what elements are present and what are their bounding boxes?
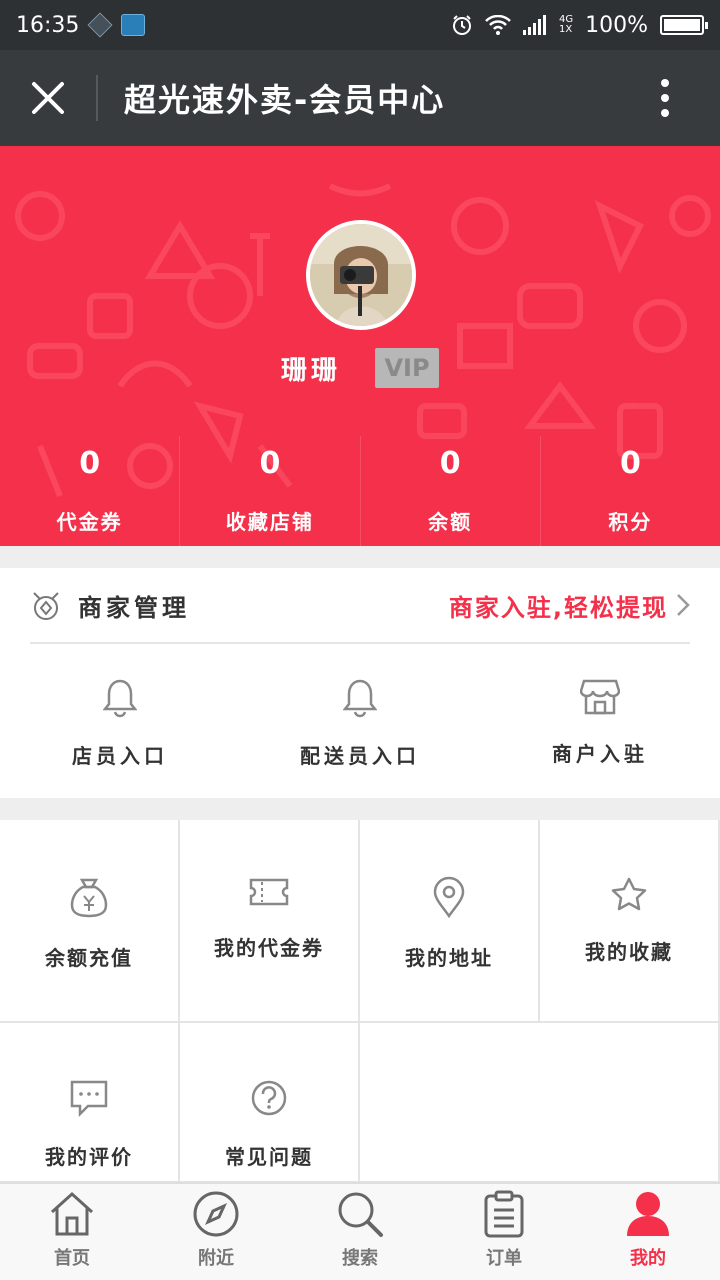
chevron-right-icon — [677, 594, 690, 616]
stat-value: 0 — [259, 446, 281, 481]
stat-label: 积分 — [608, 510, 653, 534]
balance-topup-button[interactable]: 余额充值 — [0, 820, 178, 1021]
stat-points[interactable]: 0 积分 — [541, 436, 720, 546]
ticket-icon — [249, 878, 289, 906]
my-favorites-button[interactable]: 我的收藏 — [540, 820, 718, 1021]
merchant-title: 商家管理 — [78, 593, 190, 622]
bell-icon — [343, 679, 377, 718]
grid-item-label: 我的代金券 — [214, 936, 324, 960]
my-reviews-button[interactable]: 我的评价 — [0, 1023, 178, 1181]
faq-button[interactable]: 常见问题 — [180, 1023, 358, 1181]
my-address-button[interactable]: 我的地址 — [360, 820, 538, 1021]
grid-item-label: 我的收藏 — [585, 940, 673, 964]
status-bar: 16:35 4G 1X 100% — [0, 0, 720, 50]
tab-home[interactable]: 首页 — [0, 1184, 144, 1280]
stat-vouchers[interactable]: 0 代金券 — [0, 436, 181, 546]
stat-label: 收藏店铺 — [225, 510, 314, 534]
app-notification-icon — [87, 12, 113, 38]
network-type: 4G 1X — [558, 14, 574, 35]
tab-nearby[interactable]: 附近 — [144, 1184, 288, 1280]
compass-icon — [193, 1191, 239, 1237]
wifi-icon — [485, 15, 511, 35]
store-icon — [580, 679, 620, 715]
staff-entry-button[interactable]: 店员入口 — [0, 644, 240, 796]
title-bar: 超光速外卖-会员中心 — [0, 50, 720, 146]
bottom-navigation: 首页 附近 搜索 订单 我的 — [0, 1182, 720, 1280]
close-button[interactable] — [0, 50, 96, 146]
merchant-join-link[interactable]: 商家入驻,轻松提现 — [449, 588, 668, 623]
search-icon — [338, 1192, 383, 1237]
money-bag-icon — [70, 878, 108, 918]
page-title: 超光速外卖-会员中心 — [124, 81, 446, 119]
profile-header: 珊珊 VIP 0 代金券 0 收藏店铺 0 余额 0 积分 — [0, 146, 720, 546]
grid-item-label: 我的地址 — [405, 946, 493, 970]
tab-orders[interactable]: 订单 — [432, 1184, 576, 1280]
merchant-management-card: 商家管理 商家入驻,轻松提现 店员入口 配送员入口 商户入驻 — [0, 568, 720, 798]
stat-label: 代金券 — [56, 510, 123, 534]
stats-row: 0 代金券 0 收藏店铺 0 余额 0 积分 — [0, 436, 720, 546]
status-time: 16:35 — [16, 12, 80, 38]
clipboard-icon — [484, 1190, 524, 1238]
stat-favorite-shops[interactable]: 0 收藏店铺 — [180, 436, 361, 546]
grid-item-label: 余额充值 — [45, 946, 133, 970]
merchant-join-button[interactable]: 商户入驻 — [480, 644, 720, 796]
feature-grid: 余额充值 我的代金券 我的地址 我的收藏 我的评价 常见问题 — [0, 820, 720, 1182]
battery-icon — [660, 15, 708, 35]
avatar-photo — [310, 224, 412, 326]
title-divider — [96, 75, 98, 121]
comment-icon — [70, 1080, 108, 1117]
battery-percent: 100% — [585, 12, 648, 38]
tab-label: 订单 — [486, 1248, 522, 1269]
alarm-icon — [452, 15, 471, 35]
star-icon — [611, 877, 647, 911]
vip-badge: VIP — [375, 348, 439, 388]
stat-value: 0 — [619, 446, 641, 481]
my-vouchers-button[interactable]: 我的代金券 — [180, 820, 358, 1021]
more-menu-button[interactable] — [610, 50, 720, 146]
question-icon — [251, 1080, 287, 1116]
location-pin-icon — [433, 876, 465, 918]
grid-item-label: 我的评价 — [45, 1145, 133, 1169]
staff-entry-label: 店员入口 — [72, 744, 168, 768]
signal-icon — [522, 15, 546, 35]
tab-search[interactable]: 搜索 — [288, 1184, 432, 1280]
courier-entry-label: 配送员入口 — [300, 744, 420, 768]
tab-label: 首页 — [54, 1248, 90, 1269]
tab-label: 我的 — [630, 1248, 666, 1269]
merchant-badge-icon — [33, 592, 59, 620]
user-icon — [627, 1192, 669, 1236]
merchant-header[interactable]: 商家管理 商家入驻,轻松提现 — [30, 568, 690, 644]
stat-value: 0 — [79, 446, 101, 481]
username: 珊珊 — [280, 355, 341, 386]
courier-entry-button[interactable]: 配送员入口 — [240, 644, 480, 796]
tab-mine[interactable]: 我的 — [576, 1184, 720, 1280]
merchant-join-label: 商户入驻 — [552, 742, 648, 766]
tab-label: 附近 — [198, 1248, 234, 1269]
tab-label: 搜索 — [342, 1248, 378, 1269]
screenshot-notification-icon — [121, 14, 146, 36]
avatar[interactable] — [306, 220, 416, 330]
grid-item-label: 常见问题 — [225, 1145, 313, 1169]
close-icon — [32, 82, 64, 114]
stat-balance[interactable]: 0 余额 — [361, 436, 541, 546]
more-vertical-icon — [661, 79, 669, 117]
stat-label: 余额 — [428, 510, 473, 534]
stat-value: 0 — [439, 446, 461, 481]
grid-empty-cell — [360, 1023, 718, 1181]
home-icon — [50, 1191, 94, 1236]
bell-icon — [103, 679, 137, 718]
